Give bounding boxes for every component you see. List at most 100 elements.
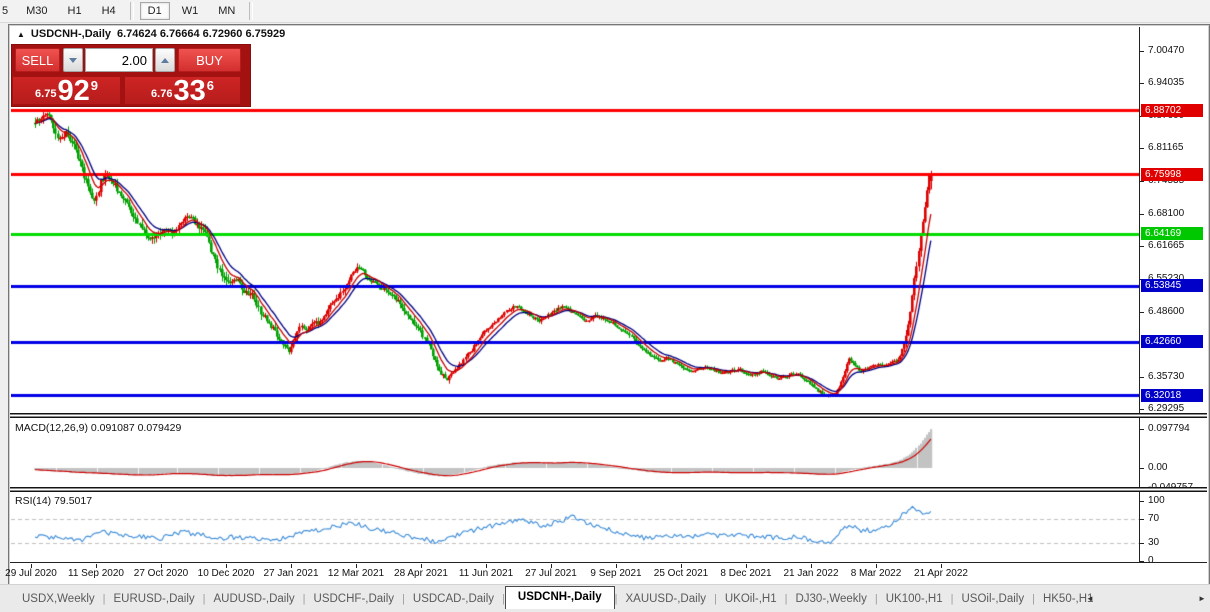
chart-ohlc-values: 6.74624 6.76664 6.72960 6.75929	[117, 28, 285, 40]
timeframe-m30[interactable]: M30	[18, 2, 55, 20]
price-axis-label: 6.94035	[1148, 77, 1184, 88]
macd-indicator-label: MACD(12,26,9) 0.091087 0.079429	[15, 422, 181, 434]
buy-price-panel[interactable]: 6.76 33 6	[125, 77, 240, 104]
buy-button[interactable]: BUY	[178, 48, 241, 72]
timeframe-h4[interactable]: H4	[94, 2, 124, 20]
axis-tick	[1140, 83, 1144, 84]
tab-audusd-daily[interactable]: AUDUSD-,Daily	[206, 589, 303, 609]
date-axis-label: 11 Sep 2020	[68, 568, 124, 579]
date-axis-label: 27 Oct 2020	[134, 568, 188, 579]
rsi-indicator-label: RSI(14) 79.5017	[15, 495, 92, 507]
level-price-tag[interactable]: 6.64169	[1141, 227, 1203, 240]
trade-widget-top-row: SELL BUY	[12, 45, 250, 75]
tab-usdcnh-daily[interactable]: USDCNH-,Daily	[505, 586, 615, 609]
tab-dj30-weekly[interactable]: DJ30-,Weekly	[787, 589, 874, 609]
price-axis[interactable]: 7.004706.940356.876006.811656.745356.681…	[1140, 27, 1207, 563]
rsi-axis-label: 70	[1148, 513, 1159, 524]
date-axis-label: 28 Apr 2021	[394, 568, 448, 579]
price-axis-label: 7.00470	[1148, 45, 1184, 56]
tab-xauusd-daily[interactable]: XAUUSD-,Daily	[617, 589, 714, 609]
price-axis-label: 6.48600	[1148, 306, 1184, 317]
buy-price-big: 33	[173, 78, 205, 104]
toolbar-separator	[249, 2, 253, 20]
one-click-trading-widget: SELL BUY 6.75 92 9 6.76 33 6	[11, 44, 251, 107]
tabs-scroll-right-icon[interactable]: ►	[1198, 594, 1206, 603]
pane-border	[10, 562, 1207, 563]
tab-uk100-h1[interactable]: UK100-,H1	[878, 589, 951, 609]
date-axis-label: 25 Oct 2021	[654, 568, 708, 579]
buy-price-small: 6.76	[151, 88, 172, 100]
sell-price-sup: 9	[91, 78, 98, 93]
level-price-tag[interactable]: 6.88702	[1141, 104, 1203, 117]
sell-button[interactable]: SELL	[15, 48, 60, 72]
date-axis-label: 9 Sep 2021	[590, 568, 641, 579]
axis-tick	[1140, 377, 1144, 378]
timeframe-h1[interactable]: H1	[60, 2, 90, 20]
axis-tick	[1140, 409, 1144, 410]
date-axis-label: 11 Jun 2021	[459, 568, 513, 579]
chevron-up-icon	[161, 58, 169, 63]
price-axis-label: 6.35730	[1148, 371, 1184, 382]
tab-usoil-daily[interactable]: USOil-,Daily	[953, 589, 1032, 609]
timeframe-w1[interactable]: W1	[174, 2, 207, 20]
tab-usdx-weekly[interactable]: USDX,Weekly	[14, 589, 103, 609]
timeframe-d1[interactable]: D1	[140, 2, 170, 20]
sell-price-panel[interactable]: 6.75 92 9	[13, 77, 120, 104]
timeframe-toolbar: 5 M30 H1H4 D1W1MN	[0, 0, 1210, 23]
axis-tick	[1140, 501, 1144, 502]
chart-symbol-title: USDCNH-,Daily	[31, 28, 111, 40]
rsi-axis-label: 100	[1148, 495, 1165, 506]
tab-ukoil-h1[interactable]: UKOil-,H1	[717, 589, 785, 609]
axis-tick	[1140, 181, 1144, 182]
price-axis-label: 6.81165	[1148, 142, 1183, 153]
timeframe-mn[interactable]: MN	[210, 2, 243, 20]
chart-tabs-bar: USDX,Weekly|EURUSD-,Daily|AUDUSD-,Daily|…	[0, 584, 1210, 612]
sell-price-big: 92	[57, 78, 89, 104]
axis-tick	[1140, 468, 1144, 469]
level-price-tag[interactable]: 6.32018	[1141, 389, 1203, 402]
level-price-tag[interactable]: 6.53845	[1141, 279, 1203, 292]
toolbar-separator	[130, 2, 134, 20]
tab-usdcad-daily[interactable]: USDCAD-,Daily	[405, 589, 502, 609]
tab-eurusd-daily[interactable]: EURUSD-,Daily	[106, 589, 203, 609]
axis-tick	[1140, 214, 1144, 215]
price-axis-label: 6.61665	[1148, 240, 1184, 251]
chart-window: ▲ USDCNH-,Daily 6.74624 6.76664 6.72960 …	[8, 24, 1210, 586]
level-price-tag[interactable]: 6.42660	[1141, 335, 1203, 348]
date-axis-label: 8 Mar 2022	[851, 568, 902, 579]
price-axis-label: 6.68100	[1148, 208, 1184, 219]
pane-splitter[interactable]	[10, 487, 1207, 492]
volume-increase-button[interactable]	[155, 48, 175, 72]
date-axis-label: 27 Jul 2021	[525, 568, 577, 579]
volume-decrease-button[interactable]	[63, 48, 83, 72]
macd-axis-label: 0.00	[1148, 462, 1167, 473]
axis-tick	[1140, 246, 1144, 247]
axis-tick	[1140, 519, 1144, 520]
tabs-scroll-left-icon[interactable]: ◄	[1086, 594, 1094, 603]
collapse-triangle-icon[interactable]: ▲	[17, 30, 25, 39]
timeframe-partial-label[interactable]: 5	[2, 5, 8, 17]
chart-canvas[interactable]	[11, 27, 1139, 564]
date-axis-label: 8 Dec 2021	[720, 568, 771, 579]
chevron-down-icon	[69, 58, 77, 63]
date-axis-label: 27 Jan 2021	[263, 568, 318, 579]
macd-axis-label: 0.097794	[1148, 423, 1190, 434]
date-axis-label: 29 Jul 2020	[5, 568, 57, 579]
date-axis[interactable]: 29 Jul 202011 Sep 202027 Oct 202010 Dec …	[10, 564, 1207, 583]
axis-tick	[1140, 148, 1144, 149]
date-axis-label: 12 Mar 2021	[328, 568, 384, 579]
pane-splitter[interactable]	[10, 413, 1207, 418]
date-axis-label: 21 Jan 2022	[783, 568, 838, 579]
level-price-tag[interactable]: 6.75998	[1141, 168, 1203, 181]
axis-tick	[1140, 51, 1144, 52]
sell-price-small: 6.75	[35, 88, 56, 100]
date-axis-label: 10 Dec 2020	[198, 568, 255, 579]
tab-usdchf-daily[interactable]: USDCHF-,Daily	[306, 589, 403, 609]
chart-ohlc-header: ▲ USDCNH-,Daily 6.74624 6.76664 6.72960 …	[17, 28, 285, 40]
date-axis-label: 21 Apr 2022	[914, 568, 968, 579]
rsi-axis-label: 30	[1148, 537, 1159, 548]
volume-input[interactable]	[85, 48, 153, 72]
axis-tick	[1140, 312, 1144, 313]
axis-tick	[1140, 543, 1144, 544]
axis-tick	[1140, 429, 1144, 430]
